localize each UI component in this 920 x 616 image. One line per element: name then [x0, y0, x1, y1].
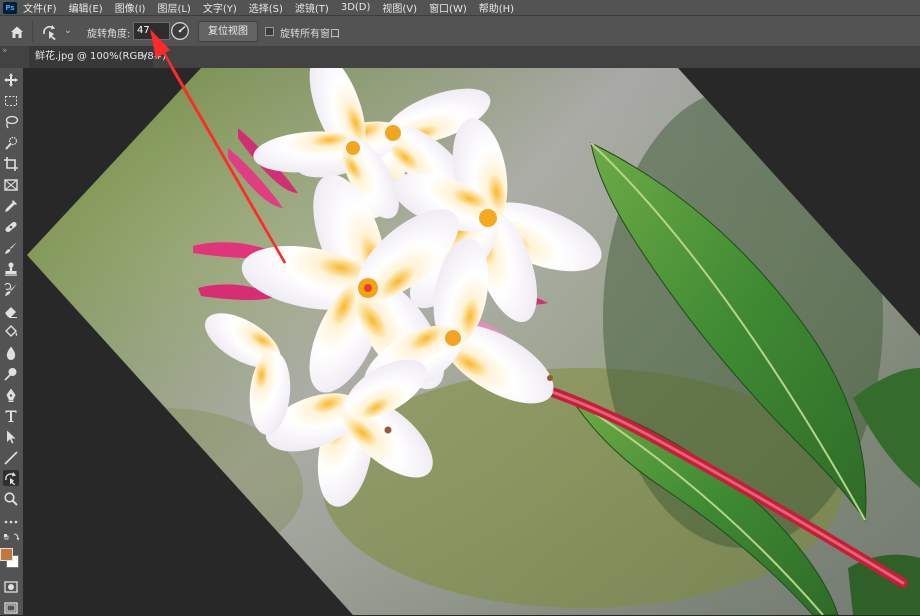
menu-window[interactable]: 窗口(W) [429, 0, 467, 15]
photoshop-logo-icon[interactable]: Ps [3, 1, 17, 14]
clone-stamp-tool-icon[interactable] [3, 261, 19, 277]
menu-file[interactable]: 文件(F) [23, 0, 57, 15]
more-tools-icon[interactable] [3, 514, 19, 530]
canvas-area[interactable] [23, 68, 920, 615]
options-separator [32, 21, 33, 42]
move-tool-icon[interactable] [3, 72, 19, 88]
collapse-panel-icon[interactable]: » [2, 46, 8, 56]
menu-type[interactable]: 文字(Y) [203, 0, 237, 15]
rotate-view-preset-icon[interactable] [40, 22, 60, 41]
type-tool-icon[interactable] [3, 408, 19, 424]
document-tab[interactable]: 鲜花.jpg @ 100%(RGB/8#) [29, 46, 166, 68]
menu-edit[interactable]: 编辑(E) [69, 0, 103, 15]
menu-filter[interactable]: 滤镜(T) [295, 0, 329, 15]
rotation-dial-icon[interactable] [170, 21, 190, 41]
pen-tool-icon[interactable] [3, 387, 19, 403]
menu-help[interactable]: 帮助(H) [479, 0, 514, 15]
close-tab-icon[interactable]: × [140, 52, 148, 62]
foreground-color-swatch[interactable] [0, 548, 13, 561]
brush-tool-icon[interactable] [3, 240, 19, 256]
chevron-down-icon[interactable]: ⌄ [64, 26, 72, 36]
options-bar: ⌄ 旋转角度: 47 复位视图 旋转所有窗口 [0, 15, 920, 48]
rotation-angle-label: 旋转角度: [87, 29, 131, 40]
menu-select[interactable]: 选择(S) [249, 0, 283, 15]
paint-bucket-tool-icon[interactable] [3, 324, 19, 340]
path-select-tool-icon[interactable] [3, 429, 19, 445]
home-icon[interactable] [9, 24, 25, 40]
blur-tool-icon[interactable] [3, 345, 19, 361]
menu-bar: Ps 文件(F) 编辑(E) 图像(I) 图层(L) 文字(Y) 选择(S) 滤… [0, 0, 920, 15]
eyedropper-tool-icon[interactable] [3, 198, 19, 214]
history-brush-tool-icon[interactable] [3, 282, 19, 298]
lasso-tool-icon[interactable] [3, 114, 19, 130]
menu-image[interactable]: 图像(I) [115, 0, 146, 15]
document-tab-bar: » 鲜花.jpg @ 100%(RGB/8#) × [0, 46, 920, 68]
reset-view-button[interactable]: 复位视图 [198, 21, 258, 42]
line-tool-icon[interactable] [3, 450, 19, 466]
quick-mask-icon[interactable] [3, 579, 19, 595]
crop-tool-icon[interactable] [3, 156, 19, 172]
zoom-tool-icon[interactable] [3, 491, 19, 507]
rotated-document-image [27, 68, 920, 615]
quick-select-tool-icon[interactable] [3, 135, 19, 151]
rotation-angle-input[interactable]: 47 [133, 22, 170, 40]
tools-panel [0, 68, 24, 615]
menu-layer[interactable]: 图层(L) [157, 0, 190, 15]
eraser-tool-icon[interactable] [3, 303, 19, 319]
rotate-view-tool-icon[interactable] [3, 470, 19, 486]
healing-brush-tool-icon[interactable] [3, 219, 19, 235]
menu-3d[interactable]: 3D(D) [341, 2, 371, 13]
frame-tool-icon[interactable] [3, 177, 19, 193]
rotate-all-windows-label: 旋转所有窗口 [280, 29, 340, 40]
rotate-all-windows-checkbox[interactable] [265, 27, 274, 36]
screen-mode-icon[interactable] [3, 600, 19, 616]
swap-colors-icon[interactable] [3, 531, 21, 543]
menu-view[interactable]: 视图(V) [382, 0, 417, 15]
marquee-tool-icon[interactable] [3, 93, 19, 109]
dodge-tool-icon[interactable] [3, 366, 19, 382]
